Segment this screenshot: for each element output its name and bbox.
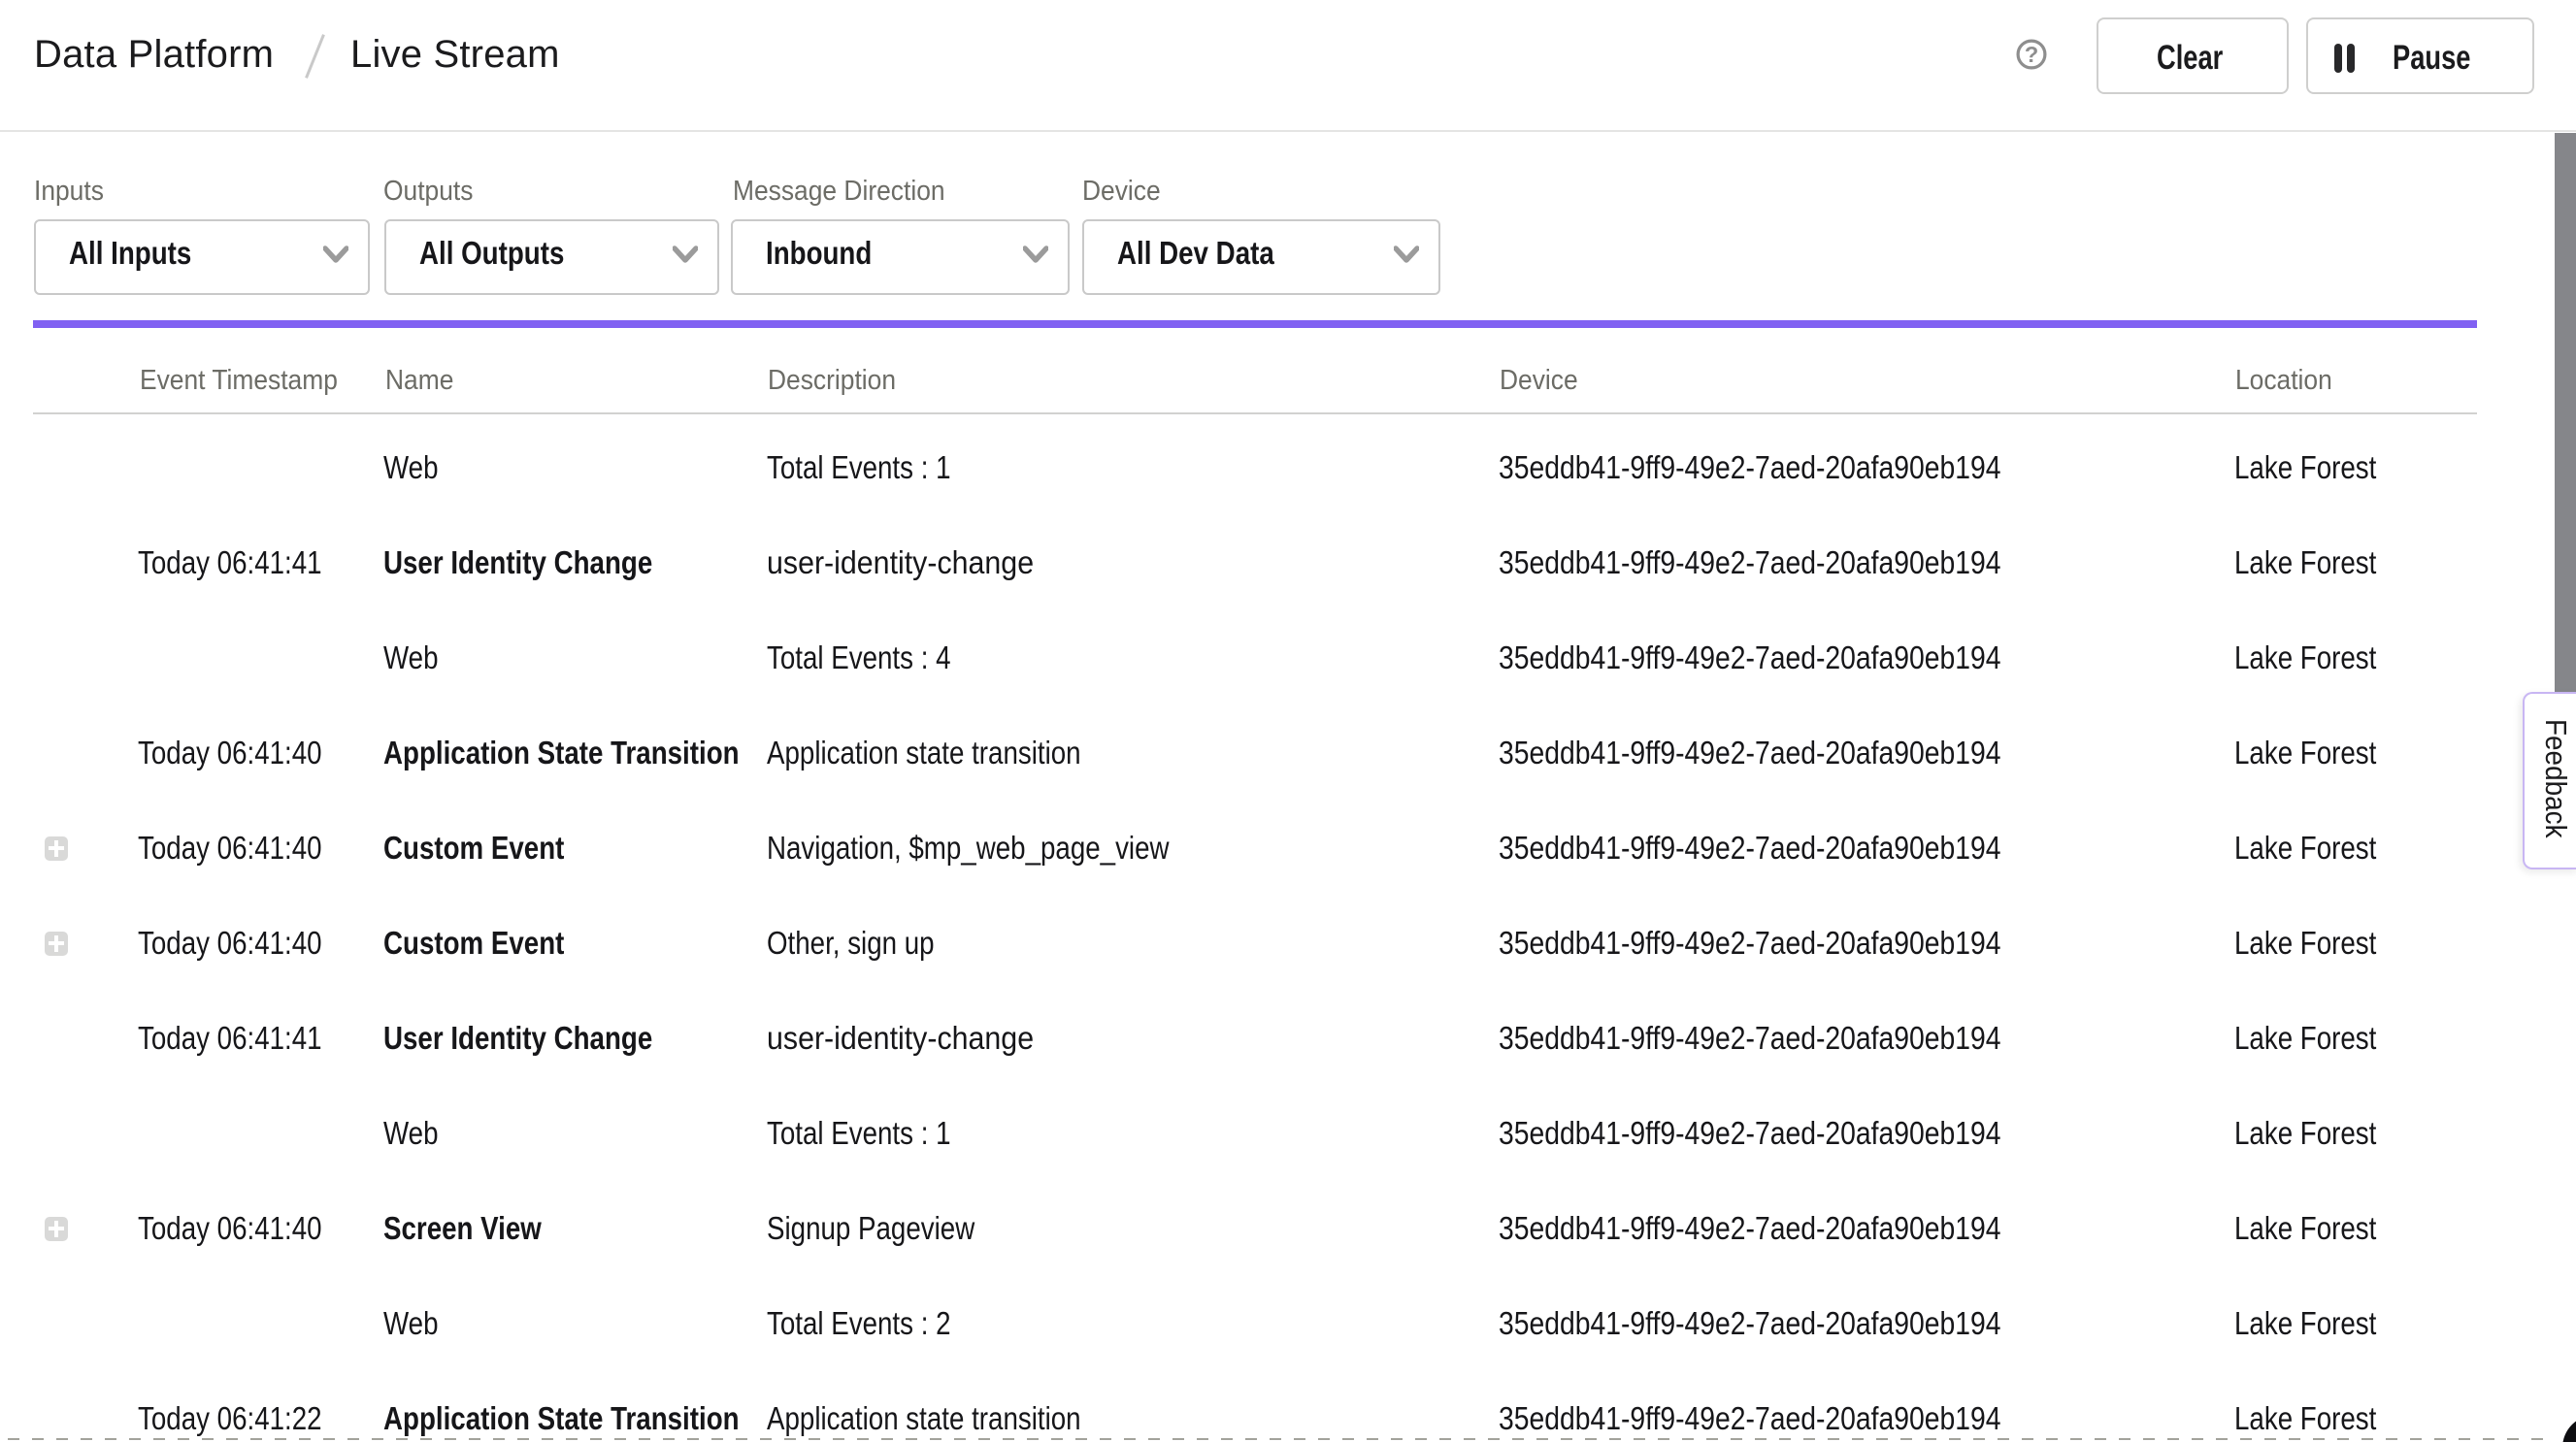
svg-text:?: ? [2025, 42, 2038, 67]
